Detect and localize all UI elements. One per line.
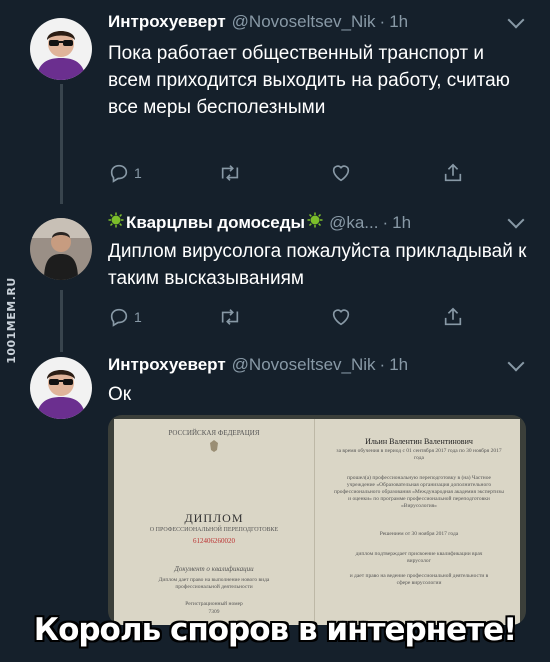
diploma-confirm: диплом подтверждает присвоение квалифика… [355, 551, 483, 564]
diploma-country: РОССИЙСКАЯ ФЕДЕРАЦИЯ [168, 429, 260, 437]
tweet-text: Пока работает общественный транспорт и в… [108, 43, 510, 118]
diploma-left-page: РОССИЙСКАЯ ФЕДЕРАЦИЯ ДИПЛОМ О ПРОФЕССИОН… [114, 419, 315, 625]
share-icon [444, 163, 462, 182]
reply-button[interactable]: 1 [108, 160, 142, 186]
separator-dot: · [379, 12, 386, 31]
avatar[interactable] [30, 218, 92, 280]
user-handle[interactable]: @Novoseltsev_Nik [232, 12, 376, 32]
retweet-icon [221, 165, 239, 181]
avatar-image [30, 357, 92, 419]
diploma-rights: Диплом дает право на выполнение нового в… [158, 577, 270, 590]
diploma-right-page: Ильин Валентин Валентинович за время обу… [314, 419, 520, 625]
avatar-image [30, 18, 92, 80]
separator-dot: · [379, 355, 386, 374]
display-name[interactable]: Интрохуеверт [108, 355, 226, 375]
reply-icon [110, 164, 128, 183]
reply-icon [110, 308, 128, 327]
diploma-program: прошел(а) профессиональную переподготовк… [334, 475, 504, 509]
emblem-icon [210, 440, 218, 452]
diploma-decision: Решением от 30 ноября 2017 года [379, 531, 459, 537]
timestamp[interactable]: 1h [389, 12, 408, 32]
share-button[interactable] [442, 160, 464, 186]
chevron-down-icon[interactable] [507, 11, 525, 29]
share-button[interactable] [442, 304, 464, 330]
tweet[interactable]: Интрохуеверт @Novoseltsev_Nik · 1h Пока … [0, 0, 550, 200]
diploma-period: за время обучения в период с 01 сентября… [336, 448, 502, 461]
separator-dot: · [382, 212, 389, 232]
chevron-down-icon[interactable] [507, 354, 525, 372]
tweet-text: Ок [108, 384, 132, 405]
avatar-image [30, 218, 92, 280]
retweet-button[interactable] [218, 160, 242, 186]
like-button[interactable] [330, 160, 352, 186]
virus-emoji-icon [307, 212, 323, 233]
diploma-photo: РОССИЙСКАЯ ФЕДЕРАЦИЯ ДИПЛОМ О ПРОФЕССИОН… [114, 419, 520, 625]
diploma-reg-label: Регистрационный номер [185, 601, 243, 607]
retweet-icon [221, 309, 239, 325]
share-icon [444, 307, 462, 326]
attached-image[interactable]: РОССИЙСКАЯ ФЕДЕРАЦИЯ ДИПЛОМ О ПРОФЕССИОН… [108, 415, 526, 625]
tweet[interactable]: Кварцлвы домоседы @ka... · 1h Диплом вир… [0, 200, 550, 345]
reply-count: 1 [134, 309, 142, 325]
diploma-grants: и дает право на ведение профессиональной… [349, 573, 489, 586]
tweet-header: Интрохуеверт @Novoseltsev_Nik · 1h [108, 12, 408, 32]
heart-icon [332, 309, 350, 326]
avatar[interactable] [30, 357, 92, 419]
tweet-header: Интрохуеверт @Novoseltsev_Nik · 1h [108, 355, 408, 375]
chevron-down-icon[interactable] [507, 211, 525, 229]
user-handle[interactable]: @Novoseltsev_Nik [232, 355, 376, 375]
tweet-text: Диплом вирусолога пожалуйста прикладывай… [108, 241, 527, 289]
diploma-subtitle: О ПРОФЕССИОНАЛЬНОЙ ПЕРЕПОДГОТОВКЕ [149, 527, 279, 533]
diploma-serial: 612406260020 [193, 537, 235, 545]
user-handle[interactable]: @ka... [329, 213, 378, 233]
timestamp[interactable]: 1h [389, 355, 408, 375]
virus-emoji-icon [108, 212, 124, 233]
diploma-holder: Ильин Валентин Валентинович [365, 437, 473, 446]
tweet-actions: 1 [108, 160, 468, 186]
diploma-title: ДИПЛОМ [184, 511, 244, 525]
diploma-doc-note: Документ о квалификации [174, 565, 254, 573]
avatar[interactable] [30, 18, 92, 80]
like-button[interactable] [330, 304, 352, 330]
retweet-button[interactable] [218, 304, 242, 330]
timestamp[interactable]: 1h [392, 213, 411, 233]
tweet-header: Кварцлвы домоседы @ka... · 1h [108, 212, 411, 233]
heart-icon [332, 165, 350, 182]
display-name[interactable]: Кварцлвы домоседы [126, 213, 305, 233]
reply-count: 1 [134, 165, 142, 181]
tweet-actions: 1 [108, 304, 468, 330]
display-name[interactable]: Интрохуеверт [108, 12, 226, 32]
meme-caption: Король споров в интернете! [33, 612, 518, 648]
reply-button[interactable]: 1 [108, 304, 142, 330]
